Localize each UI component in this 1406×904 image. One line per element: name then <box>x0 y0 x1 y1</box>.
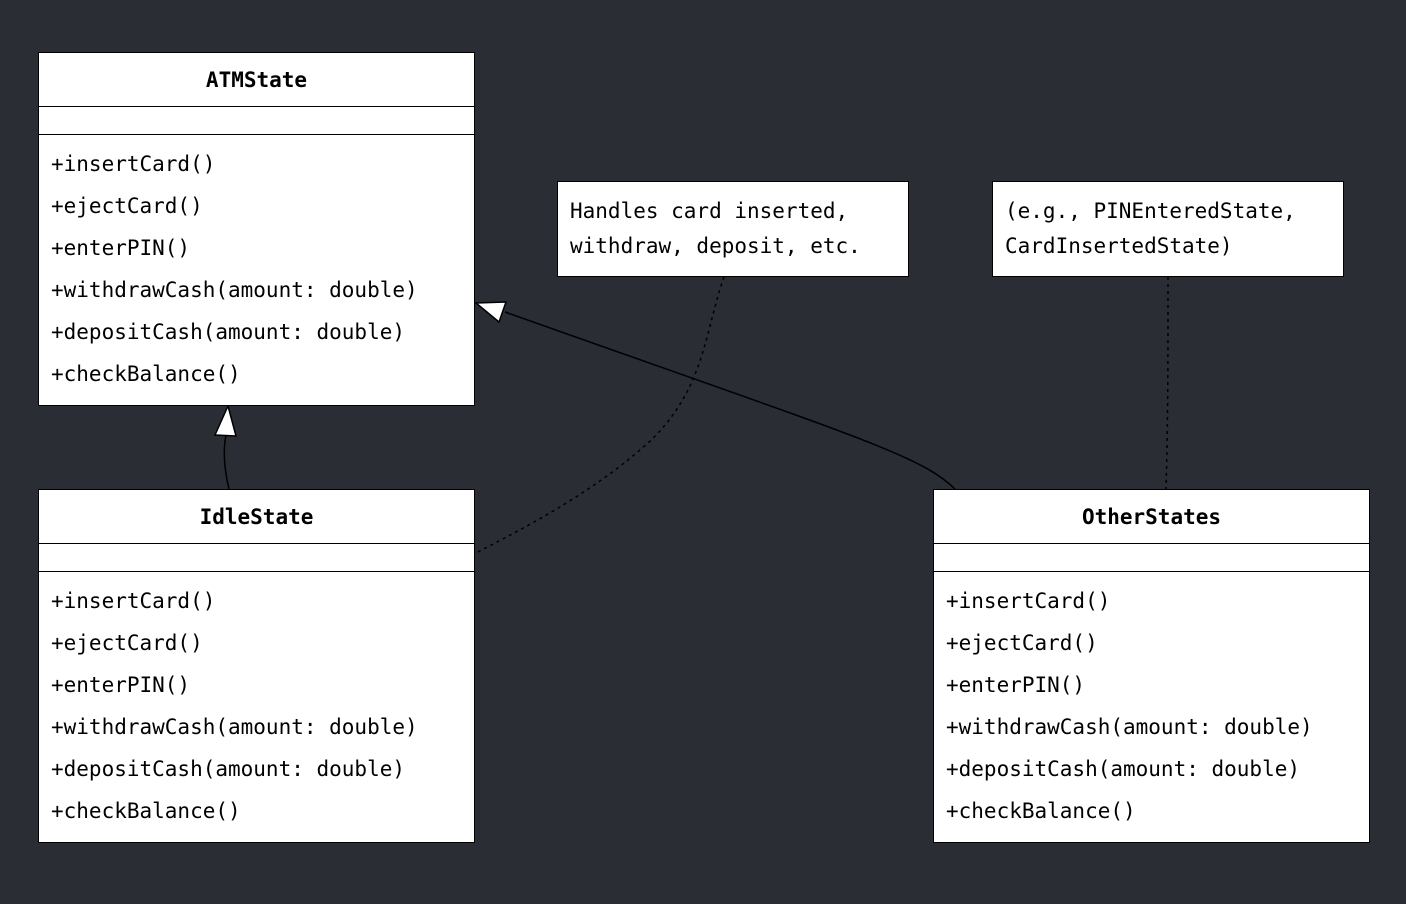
note-handles-card[interactable]: Handles card inserted, withdraw, deposit… <box>557 181 909 277</box>
class-name: IdleState <box>39 490 474 544</box>
method: +enterPIN() <box>51 673 191 697</box>
idlestate-inherits-atmstate-edge <box>223 434 230 490</box>
note-text-line: CardInsertedState) <box>1005 234 1233 258</box>
method: +ejectCard() <box>51 631 203 655</box>
method: +ejectCard() <box>946 631 1098 655</box>
method: +insertCard() <box>51 589 216 613</box>
note-state-examples[interactable]: (e.g., PINEnteredState, CardInsertedStat… <box>992 181 1344 277</box>
method: +ejectCard() <box>51 194 203 218</box>
method: +checkBalance() <box>51 362 241 386</box>
method: +withdrawCash(amount: double) <box>51 715 418 739</box>
method: +withdrawCash(amount: double) <box>946 715 1313 739</box>
note-examples-link <box>1165 276 1169 490</box>
otherstates-generalization-arrowhead <box>473 301 508 324</box>
note-text-line: Handles card inserted, <box>570 199 849 223</box>
class-otherstates[interactable]: OtherStates +insertCard() +ejectCard() +… <box>933 489 1370 843</box>
method: +enterPIN() <box>51 236 191 260</box>
class-name: ATMState <box>39 53 474 107</box>
method: +depositCash(amount: double) <box>51 757 406 781</box>
method: +withdrawCash(amount: double) <box>51 278 418 302</box>
attributes-compartment <box>934 544 1369 572</box>
otherstates-inherits-atmstate-edge <box>504 311 956 490</box>
note-text-line: (e.g., PINEnteredState, <box>1005 199 1296 223</box>
method: +insertCard() <box>946 589 1111 613</box>
class-name: OtherStates <box>934 490 1369 544</box>
idlestate-generalization-arrowhead <box>213 403 237 437</box>
attributes-compartment <box>39 544 474 572</box>
method: +checkBalance() <box>946 799 1136 823</box>
note-text-line: withdraw, deposit, etc. <box>570 234 861 258</box>
method: +depositCash(amount: double) <box>946 757 1301 781</box>
class-idlestate[interactable]: IdleState +insertCard() +ejectCard() +en… <box>38 489 475 843</box>
method: +enterPIN() <box>946 673 1086 697</box>
methods-compartment: +insertCard() +ejectCard() +enterPIN() +… <box>934 572 1369 836</box>
method: +insertCard() <box>51 152 216 176</box>
note-handles-card-link <box>475 276 725 554</box>
uml-class-diagram: ATMState +insertCard() +ejectCard() +ent… <box>0 0 1406 904</box>
methods-compartment: +insertCard() +ejectCard() +enterPIN() +… <box>39 572 474 836</box>
methods-compartment: +insertCard() +ejectCard() +enterPIN() +… <box>39 135 474 399</box>
class-atmstate[interactable]: ATMState +insertCard() +ejectCard() +ent… <box>38 52 475 406</box>
attributes-compartment <box>39 107 474 135</box>
method: +checkBalance() <box>51 799 241 823</box>
method: +depositCash(amount: double) <box>51 320 406 344</box>
